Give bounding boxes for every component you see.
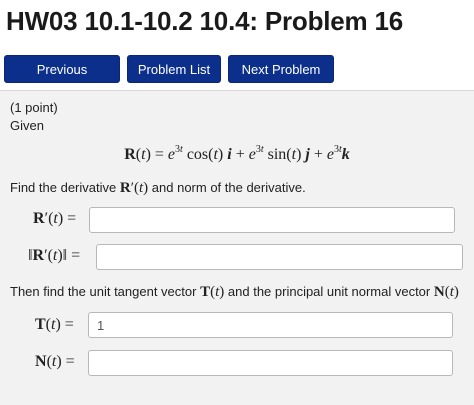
normal-instruction-text: and the principal unit normal vector [227, 284, 431, 299]
derivative-input[interactable] [89, 207, 455, 233]
given-label: Given [10, 118, 44, 133]
points-label: (1 point) [10, 100, 58, 115]
tangent-normal-instruction: Then find the unit tangent vector T(t) a… [10, 284, 459, 301]
derivative-label: R′(t) = [33, 210, 77, 227]
tangent-symbol: T(t) [200, 284, 225, 300]
problem-navigation: Previous Problem Problem List Next Probl… [4, 55, 334, 105]
page-title: HW03 10.1-10.2 10.4: Problem 16 [6, 6, 404, 36]
tangent-instruction-text: Then find the unit tangent vector [10, 284, 197, 299]
norm-input[interactable] [96, 244, 463, 270]
tangent-input[interactable] [88, 312, 453, 338]
tangent-label: T(t) = [35, 316, 74, 333]
problem-list-button[interactable]: Problem List [127, 55, 221, 83]
derivative-instruction: Find the derivative R′(t) and norm of th… [10, 180, 306, 197]
given-equation: R(t) = e3t cos(t) i + e3t sin(t) j + e3t… [124, 144, 350, 164]
normal-symbol: N(t) [433, 284, 459, 300]
normal-input[interactable] [88, 350, 453, 376]
previous-problem-button[interactable]: Previous Problem [4, 55, 120, 105]
norm-label: ‖R′(t)‖ = [28, 247, 81, 264]
derivative-instruction-text: Find the derivative [10, 180, 117, 195]
next-problem-button[interactable]: Next Problem [228, 55, 334, 83]
derivative-instruction-tail: and norm of the derivative. [151, 180, 306, 195]
derivative-symbol: R′(t) [119, 180, 149, 196]
normal-label: N(t) = [35, 353, 75, 370]
problem-panel: (1 point) Given R(t) = e3t cos(t) i + e3… [0, 90, 474, 405]
